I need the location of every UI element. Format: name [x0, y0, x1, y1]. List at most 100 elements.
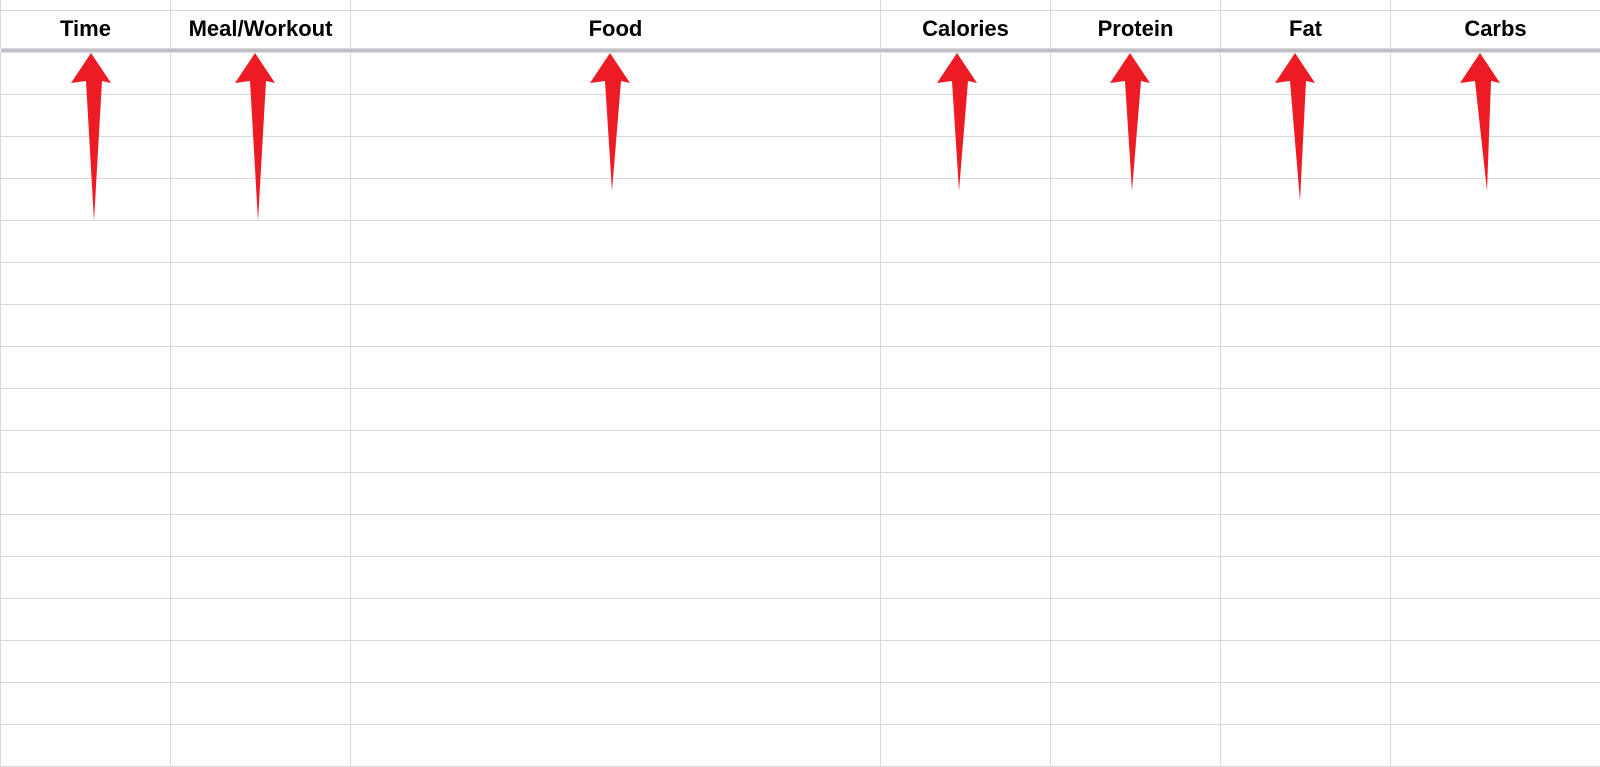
cell[interactable]	[1051, 94, 1221, 136]
cell[interactable]	[881, 388, 1051, 430]
cell[interactable]	[1051, 262, 1221, 304]
table-row[interactable]	[1, 94, 1600, 136]
header-food[interactable]: Food	[351, 10, 881, 48]
cell[interactable]	[351, 556, 881, 598]
cell[interactable]	[351, 304, 881, 346]
cell[interactable]	[1, 178, 171, 220]
table-row[interactable]	[1, 682, 1600, 724]
cell[interactable]	[881, 472, 1051, 514]
cell[interactable]	[1221, 640, 1391, 682]
cell[interactable]	[1391, 598, 1600, 640]
cell[interactable]	[1051, 682, 1221, 724]
cell[interactable]	[1051, 514, 1221, 556]
cell[interactable]	[1391, 346, 1600, 388]
cell[interactable]	[171, 682, 351, 724]
spreadsheet-grid[interactable]: Time Meal/Workout Food Calories Protein …	[0, 0, 1600, 767]
cell[interactable]	[171, 94, 351, 136]
cell[interactable]	[1, 388, 171, 430]
cell[interactable]	[1051, 388, 1221, 430]
cell[interactable]	[1391, 178, 1600, 220]
cell[interactable]	[351, 52, 881, 94]
table-row[interactable]	[1, 430, 1600, 472]
cell[interactable]	[171, 472, 351, 514]
cell[interactable]	[881, 220, 1051, 262]
cell[interactable]	[1391, 388, 1600, 430]
cell[interactable]	[881, 136, 1051, 178]
cell[interactable]	[1, 682, 171, 724]
cell[interactable]	[1, 430, 171, 472]
cell[interactable]	[171, 430, 351, 472]
cell[interactable]	[351, 514, 881, 556]
table-row[interactable]	[1, 346, 1600, 388]
cell[interactable]	[1391, 430, 1600, 472]
cell[interactable]	[881, 682, 1051, 724]
cell[interactable]	[351, 724, 881, 766]
header-carbs[interactable]: Carbs	[1391, 10, 1600, 48]
table-row[interactable]	[1, 556, 1600, 598]
table-row[interactable]	[1, 304, 1600, 346]
cell[interactable]	[351, 220, 881, 262]
cell[interactable]	[1, 472, 171, 514]
cell[interactable]	[351, 472, 881, 514]
cell[interactable]	[1221, 178, 1391, 220]
cell[interactable]	[881, 598, 1051, 640]
cell[interactable]	[1051, 430, 1221, 472]
cell[interactable]	[1051, 136, 1221, 178]
cell[interactable]	[1221, 556, 1391, 598]
cell[interactable]	[1, 94, 171, 136]
table-row[interactable]	[1, 472, 1600, 514]
table-row[interactable]	[1, 514, 1600, 556]
cell[interactable]	[881, 724, 1051, 766]
header-calories[interactable]: Calories	[881, 10, 1051, 48]
cell[interactable]	[171, 136, 351, 178]
cell[interactable]	[171, 556, 351, 598]
cell[interactable]	[1221, 514, 1391, 556]
cell[interactable]	[1221, 136, 1391, 178]
cell[interactable]	[351, 178, 881, 220]
cell[interactable]	[1, 514, 171, 556]
table-row[interactable]	[1, 262, 1600, 304]
cell[interactable]	[1221, 52, 1391, 94]
cell[interactable]	[171, 178, 351, 220]
cell[interactable]	[1, 136, 171, 178]
table-row[interactable]	[1, 388, 1600, 430]
cell[interactable]	[1391, 304, 1600, 346]
cell[interactable]	[1391, 262, 1600, 304]
cell[interactable]	[1391, 682, 1600, 724]
cell[interactable]	[1221, 388, 1391, 430]
header-fat[interactable]: Fat	[1221, 10, 1391, 48]
cell[interactable]	[1221, 598, 1391, 640]
table-row[interactable]	[1, 640, 1600, 682]
cell[interactable]	[1051, 472, 1221, 514]
table-row[interactable]	[1, 724, 1600, 766]
cell[interactable]	[351, 388, 881, 430]
cell[interactable]	[171, 262, 351, 304]
cell[interactable]	[1, 262, 171, 304]
cell[interactable]	[1, 598, 171, 640]
cell[interactable]	[1221, 346, 1391, 388]
cell[interactable]	[351, 262, 881, 304]
header-protein[interactable]: Protein	[1051, 10, 1221, 48]
cell[interactable]	[881, 430, 1051, 472]
table-row[interactable]	[1, 220, 1600, 262]
cell[interactable]	[1, 304, 171, 346]
cell[interactable]	[1221, 472, 1391, 514]
cell[interactable]	[1, 346, 171, 388]
cell[interactable]	[171, 346, 351, 388]
cell[interactable]	[171, 52, 351, 94]
cell[interactable]	[1, 52, 171, 94]
cell[interactable]	[1391, 52, 1600, 94]
cell[interactable]	[1, 640, 171, 682]
header-meal[interactable]: Meal/Workout	[171, 10, 351, 48]
cell[interactable]	[351, 346, 881, 388]
cell[interactable]	[881, 640, 1051, 682]
cell[interactable]	[351, 94, 881, 136]
cell[interactable]	[1051, 556, 1221, 598]
cell[interactable]	[1051, 220, 1221, 262]
cell[interactable]	[881, 262, 1051, 304]
header-time[interactable]: Time	[1, 10, 171, 48]
cell[interactable]	[1221, 682, 1391, 724]
cell[interactable]	[881, 514, 1051, 556]
cell[interactable]	[1221, 262, 1391, 304]
cell[interactable]	[881, 556, 1051, 598]
